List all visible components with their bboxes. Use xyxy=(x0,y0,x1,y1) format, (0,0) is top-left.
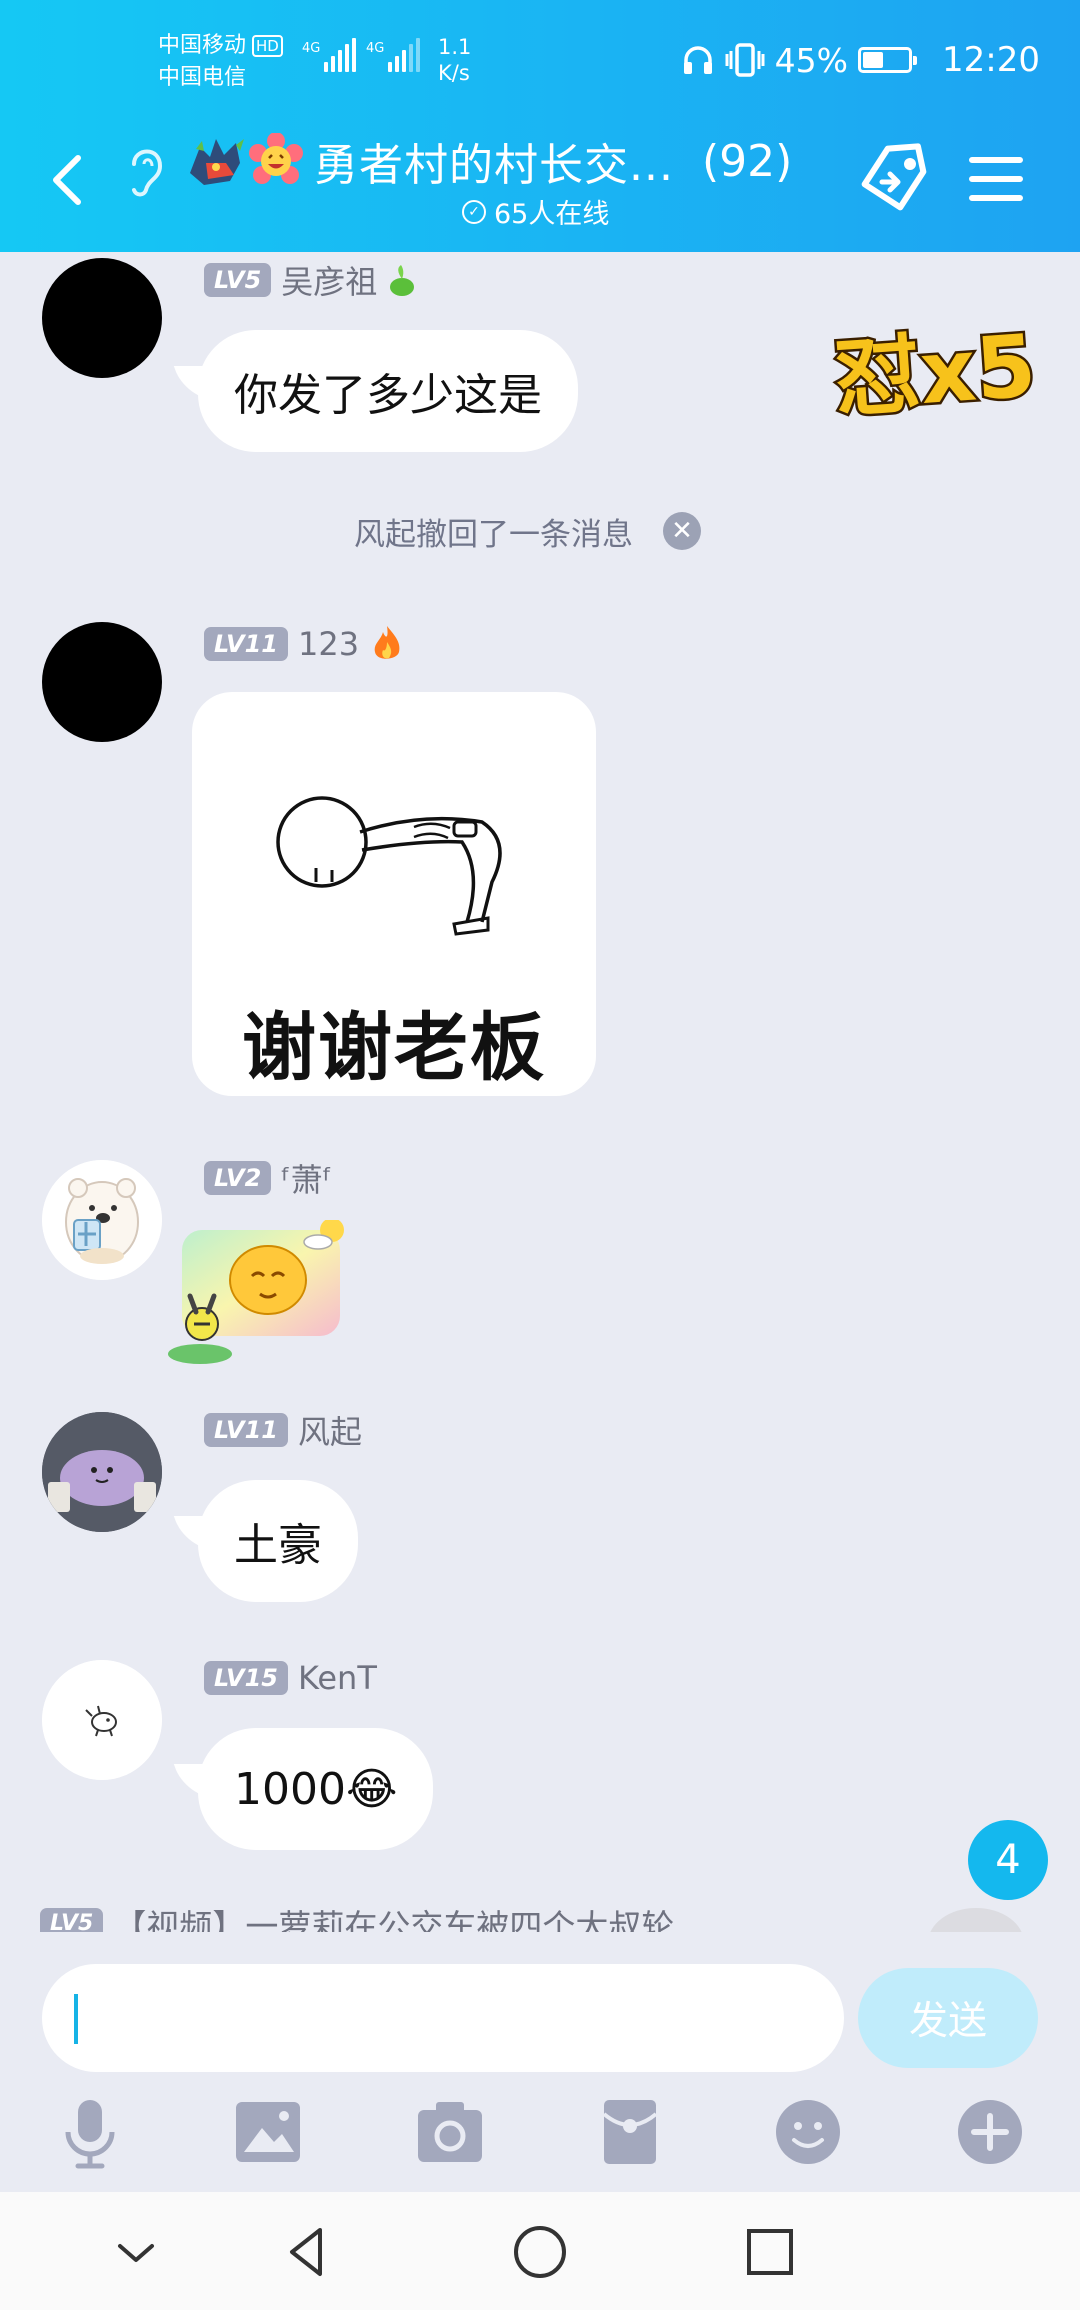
composer: 发送 xyxy=(0,1932,1080,2192)
emoji-sticker[interactable] xyxy=(160,1220,370,1368)
network-type-1: 4G xyxy=(302,41,321,56)
level-badge: LV5 xyxy=(40,1908,104,1932)
message-meta: LV5 吴彦祖 xyxy=(204,257,417,303)
avatar[interactable] xyxy=(42,622,162,742)
group-title: 勇者村的村长交... xyxy=(314,140,674,191)
system-nav-bar xyxy=(0,2192,1080,2310)
carrier-info: 中国移动 HD 中国电信 xyxy=(158,30,283,94)
preview-thumbnail xyxy=(928,1908,1024,1932)
chevron-left-icon[interactable] xyxy=(42,150,98,210)
message-meta: LV11 123 xyxy=(204,624,405,664)
group-title-area[interactable]: 勇者村的村长交... (92) xyxy=(186,126,792,196)
preview-text: 【视频】一萝莉在公交车被四个大叔轮... xyxy=(113,1907,706,1932)
battery-icon xyxy=(858,47,918,73)
home-circle-icon[interactable] xyxy=(510,2222,570,2282)
headphones-icon xyxy=(683,46,712,74)
fire-icon xyxy=(374,626,400,659)
network-speed: 1.1 K/s xyxy=(438,35,472,85)
level-badge: LV11 xyxy=(204,627,288,661)
message-preview[interactable]: LV5 【视频】一萝莉在公交车被四个大叔轮... xyxy=(40,1904,706,1932)
carrier-1: 中国移动 xyxy=(158,33,247,58)
clock: 12:20 xyxy=(942,40,1040,80)
nickname[interactable]: KenT xyxy=(298,1659,377,1697)
vibrate-icon xyxy=(725,43,765,77)
emoji-icon[interactable] xyxy=(768,2092,848,2172)
online-count: 65人在线 xyxy=(494,199,610,230)
sticker-message[interactable]: 谢谢老板 xyxy=(192,692,596,1096)
message-bubble[interactable]: 土豪 xyxy=(198,1480,358,1602)
dragon-icon xyxy=(190,139,244,185)
tag-icon[interactable] xyxy=(858,142,930,214)
red-packet-icon[interactable] xyxy=(590,2092,670,2172)
text-caret xyxy=(74,1994,78,2044)
message-input[interactable] xyxy=(42,1964,844,2072)
battery-percent: 45% xyxy=(774,40,849,80)
avatar[interactable] xyxy=(42,1412,162,1532)
member-count: (92) xyxy=(701,135,793,187)
microphone-icon[interactable] xyxy=(50,2092,130,2172)
nickname[interactable]: 吴彦祖 xyxy=(281,257,377,303)
svg-text:怼x5: 怼x5 xyxy=(831,316,1039,422)
check-icon: ✓ xyxy=(462,199,486,224)
message-meta: LV15 KenT xyxy=(204,1658,377,1698)
chevron-down-icon[interactable] xyxy=(106,2222,166,2282)
network-type-2: 4G xyxy=(366,41,385,56)
camera-icon[interactable] xyxy=(410,2092,490,2172)
chat-header: 勇者村的村长交... (92) ✓ 65人在线 xyxy=(0,120,1080,252)
level-badge: LV2 xyxy=(204,1161,272,1195)
avatar[interactable] xyxy=(42,1160,162,1280)
send-button[interactable]: 发送 xyxy=(858,1968,1038,2068)
menu-icon[interactable] xyxy=(968,154,1024,204)
message-bubble[interactable]: 你发了多少这是 xyxy=(198,330,578,452)
chat-area[interactable]: LV5 吴彦祖 你发了多少这是 怼x5 风起撤回了一条消息 ✕ LV11 123 xyxy=(0,252,1080,1932)
avatar[interactable] xyxy=(42,258,162,378)
new-message-badge[interactable]: 4 xyxy=(968,1820,1048,1900)
flower-emoji-icon xyxy=(249,133,303,184)
level-badge: LV11 xyxy=(204,1413,288,1447)
message-meta: LV11 风起 xyxy=(204,1407,362,1453)
online-status[interactable]: ✓ 65人在线 xyxy=(462,192,609,231)
message-bubble[interactable]: 1000😂 xyxy=(198,1728,434,1850)
composer-toolbar xyxy=(0,2092,1080,2192)
nickname[interactable]: ᶠ萧ᶠ xyxy=(281,1155,332,1201)
image-icon[interactable] xyxy=(228,2092,308,2172)
top-bar: 中国移动 HD 中国电信 4G 4G 1.1 K/s 45% 12:20 勇者村… xyxy=(0,0,1080,252)
hd-badge: HD xyxy=(252,35,283,57)
group-avatars xyxy=(186,133,304,189)
back-triangle-icon[interactable] xyxy=(278,2222,338,2282)
bear-avatar-image xyxy=(42,1160,162,1280)
bowing-figure-image xyxy=(276,796,502,936)
nickname[interactable]: 123 xyxy=(298,625,359,663)
level-badge: LV15 xyxy=(204,1661,288,1695)
nickname[interactable]: 风起 xyxy=(298,1407,362,1453)
dog-avatar-image xyxy=(42,1660,162,1780)
plus-icon[interactable] xyxy=(950,2092,1030,2172)
carrier-2: 中国电信 xyxy=(158,65,247,90)
combo-badge: 怼x5 xyxy=(829,314,1042,422)
ear-icon[interactable] xyxy=(120,138,170,202)
level-badge: LV5 xyxy=(204,263,272,297)
recall-notice: 风起撤回了一条消息 ✕ xyxy=(354,506,701,556)
recents-square-icon[interactable] xyxy=(740,2222,800,2282)
recall-text: 风起撤回了一条消息 xyxy=(354,516,633,553)
sticker-caption: 谢谢老板 xyxy=(242,1005,546,1091)
close-icon[interactable]: ✕ xyxy=(663,512,701,550)
message-meta: LV2 ᶠ萧ᶠ xyxy=(204,1155,332,1201)
avatar[interactable] xyxy=(42,1660,162,1780)
ditto-avatar-image xyxy=(42,1412,162,1532)
status-icons: 45% 12:20 xyxy=(681,38,1040,82)
sprout-icon xyxy=(390,265,415,296)
status-bar: 中国移动 HD 中国电信 4G 4G 1.1 K/s 45% 12:20 xyxy=(0,0,1080,120)
